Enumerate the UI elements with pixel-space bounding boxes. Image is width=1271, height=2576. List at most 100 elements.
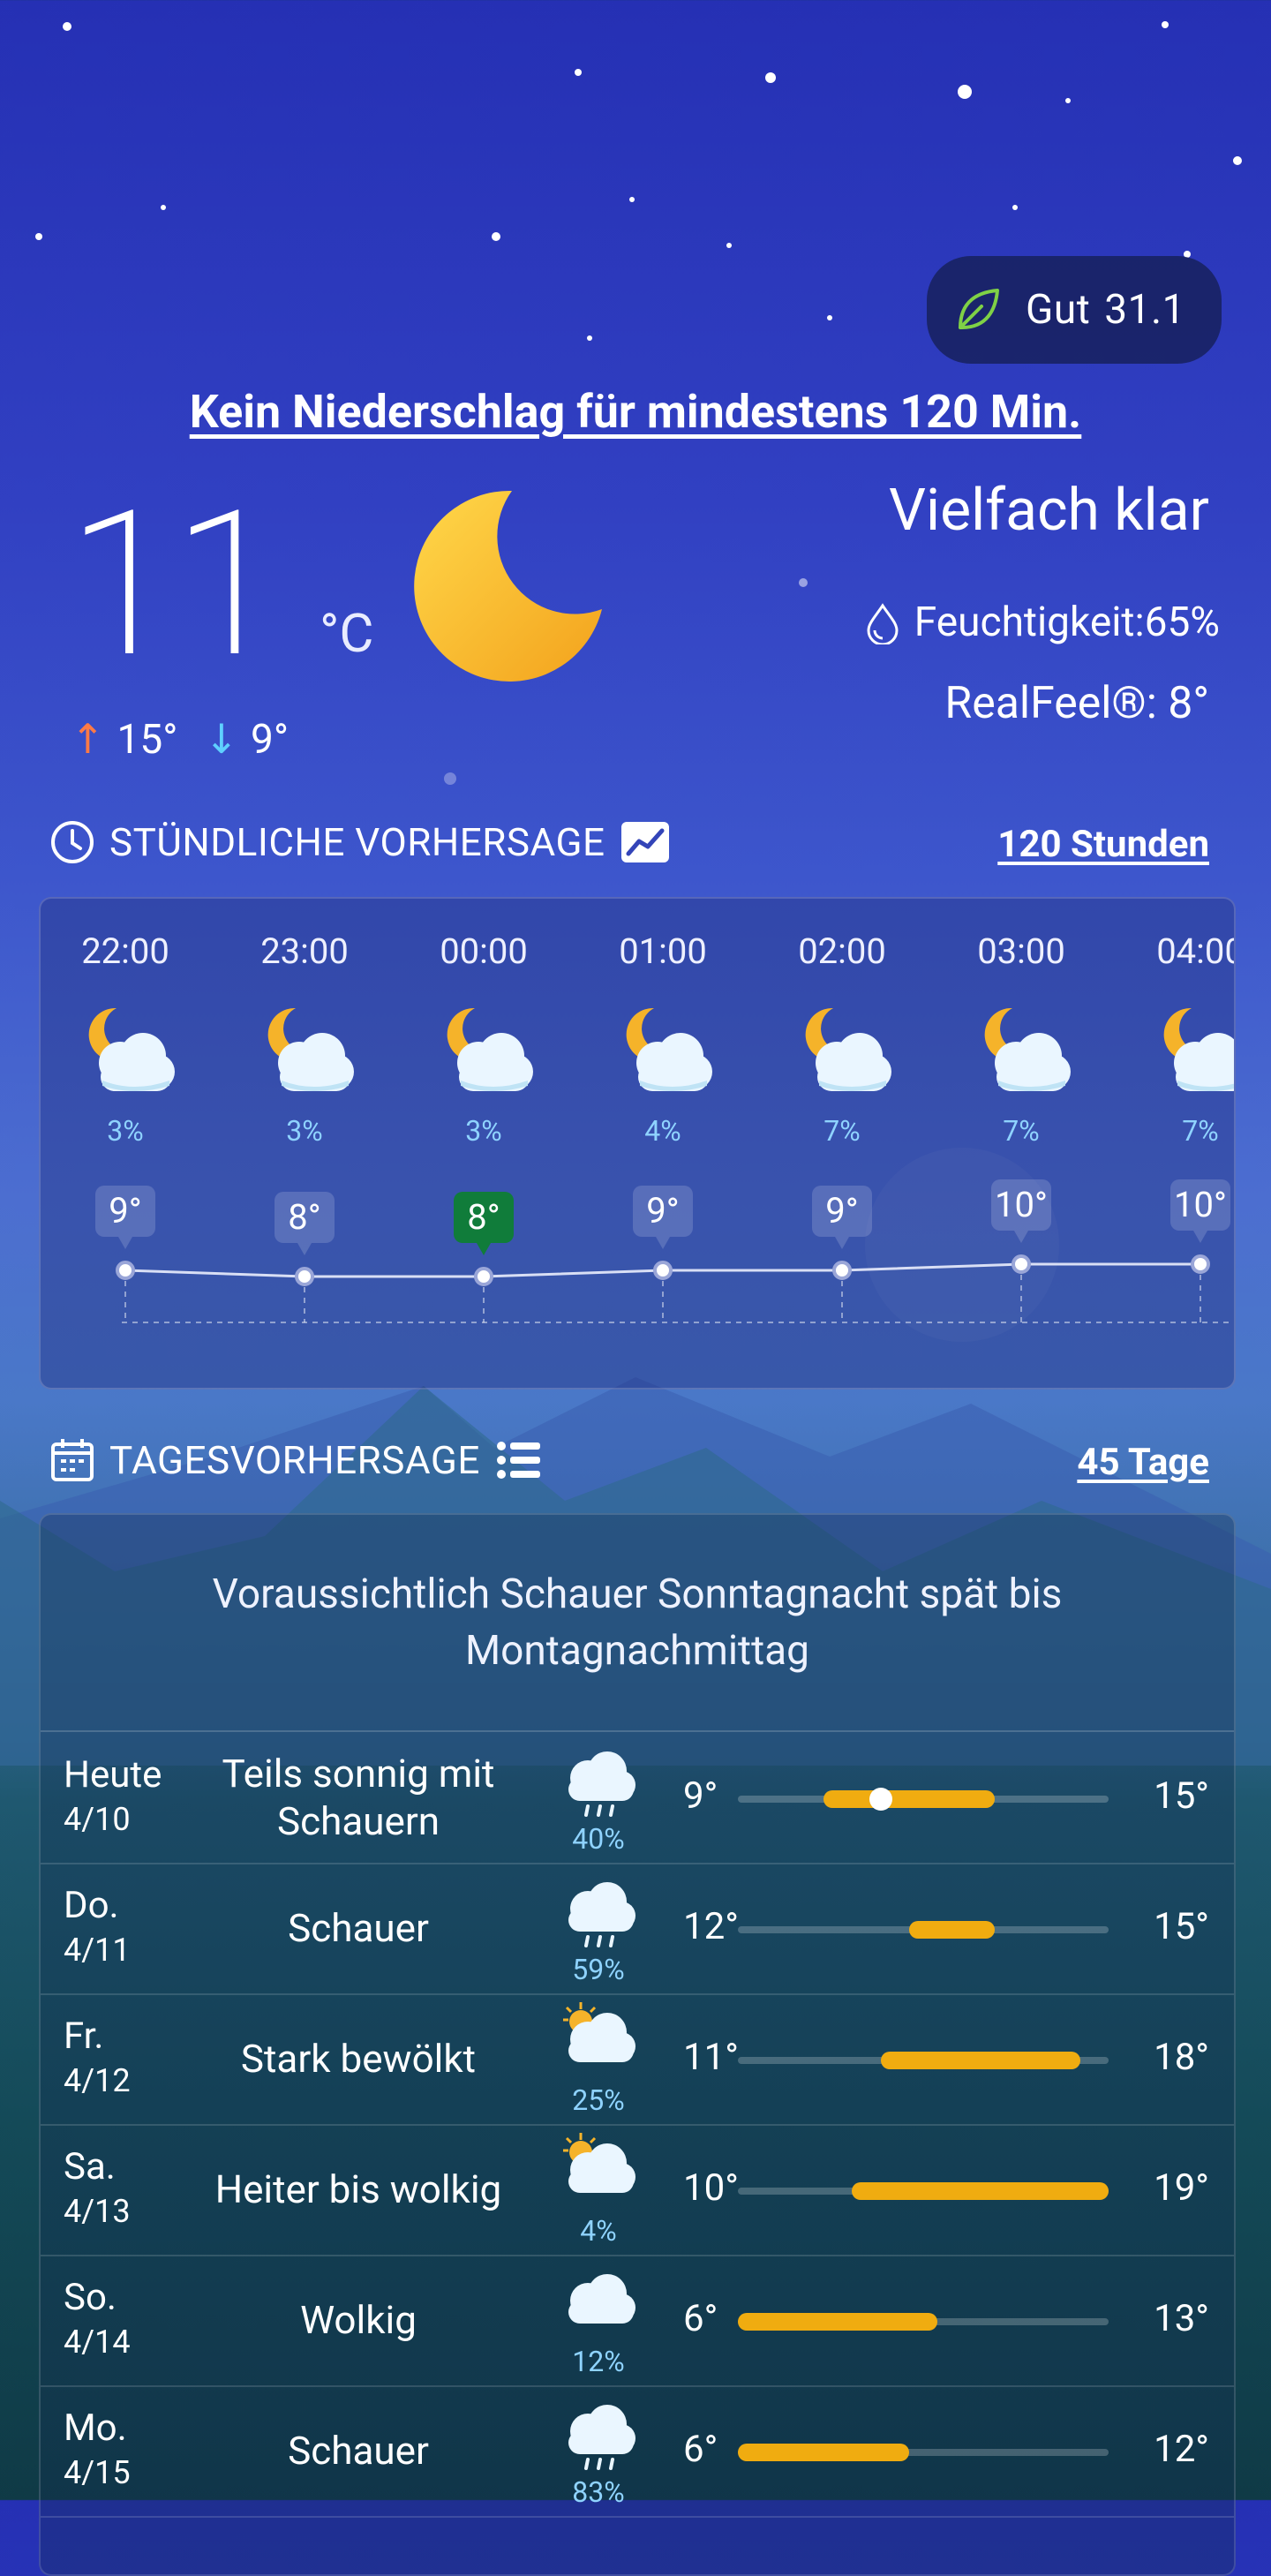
cloud-icon <box>558 2262 639 2343</box>
hour-time: 01:00 <box>619 930 707 972</box>
temp-range-bar <box>738 2313 938 2331</box>
day-name: Mo. <box>64 2407 127 2450</box>
hourly-forecast-card[interactable]: 22:00 3% 9° 23:00 3% 8° 00:00 3% 8° 01:00 4% 9° 02:0… <box>39 897 1236 1390</box>
temp-range-track <box>738 2052 1109 2069</box>
hour-temp: 8° <box>454 1192 514 1255</box>
moon-cloud-icon <box>260 1005 357 1102</box>
hour-time: 03:00 <box>977 930 1065 972</box>
hourly-120-hours-link[interactable]: 120 Stunden <box>997 823 1209 866</box>
day-precip: 25% <box>572 2083 625 2117</box>
cloud-rain-icon <box>558 1739 639 1820</box>
minutecast-headline[interactable]: Kein Niederschlag für mindestens 120 Min… <box>0 385 1271 439</box>
day-high: 19° <box>1154 2166 1209 2210</box>
day-precip: 12% <box>572 2345 625 2378</box>
clock-icon <box>51 821 94 863</box>
hour-precip: 3% <box>286 1114 323 1148</box>
aqi-value: 31.1 <box>1104 286 1185 334</box>
sun-cloud-icon <box>558 2131 639 2212</box>
daily-summary[interactable]: Voraussichtlich Schauer Sonntagnacht spä… <box>41 1515 1234 1732</box>
day-condition: Teils sonnig mit Schauern <box>222 1751 495 1844</box>
day-name: Heute <box>64 1753 162 1796</box>
temp-point <box>1191 1254 1210 1274</box>
high-low-temps: ↑ 15° ↓ 9° <box>71 715 290 765</box>
day-low: 6° <box>683 2428 718 2471</box>
day-label: Mo. 4/15 <box>64 2407 131 2495</box>
hour-precip: 3% <box>465 1114 502 1148</box>
temperature-unit[interactable]: °C <box>320 602 373 665</box>
moon-cloud-icon <box>619 1005 716 1102</box>
air-quality-badge[interactable]: Gut 31.1 <box>927 256 1222 364</box>
daily-row[interactable]: Do. 4/11 Schauer 59% 12° 15° <box>41 1863 1234 1995</box>
low-temp: 9° <box>250 715 290 764</box>
day-name: Fr. <box>64 2015 104 2058</box>
calendar-icon <box>51 1439 94 1481</box>
hour-precip: 7% <box>1003 1114 1040 1148</box>
arrow-up-icon: ↑ <box>71 716 105 764</box>
weather-condition: Vielfach klar <box>889 477 1209 545</box>
daily-row[interactable]: So. 4/14 Wolkig 12% 6° 13° <box>41 2255 1234 2387</box>
day-low: 6° <box>683 2297 718 2340</box>
day-date: 4/13 <box>64 2193 131 2230</box>
temp-point <box>116 1261 135 1280</box>
hour-time: 02:00 <box>798 930 886 972</box>
day-condition: Stark bewölkt <box>240 2036 477 2082</box>
day-name: So. <box>64 2276 117 2319</box>
day-high: 18° <box>1154 2036 1209 2079</box>
hour-temp: 10° <box>1170 1179 1230 1243</box>
day-label: Heute 4/10 <box>64 1753 162 1842</box>
day-precip: 83% <box>572 2475 625 2509</box>
daily-row[interactable]: Heute 4/10 Teils sonnig mit Schauern 40% 9° 1… <box>41 1732 1234 1864</box>
day-condition: Schauer <box>288 1905 429 1951</box>
current-temp-marker <box>869 1788 892 1811</box>
day-low: 11° <box>683 2036 739 2079</box>
day-label: So. 4/14 <box>64 2276 131 2364</box>
list-icon[interactable] <box>496 1440 542 1480</box>
daily-forecast-card[interactable]: Voraussichtlich Schauer Sonntagnacht spä… <box>39 1513 1236 2576</box>
day-precip: 4% <box>580 2214 617 2248</box>
hour-precip: 7% <box>1182 1114 1219 1148</box>
hour-time: 23:00 <box>260 930 349 972</box>
daily-row[interactable]: Sa. 4/13 Heiter bis wolkig 4% 10° 19° <box>41 2124 1234 2256</box>
day-high: 15° <box>1154 1774 1209 1818</box>
hour-precip: 7% <box>824 1114 861 1148</box>
moon-cloud-icon <box>1156 1005 1234 1102</box>
day-condition: Schauer <box>288 2428 429 2474</box>
daily-summary-text: Voraussichtlich Schauer Sonntagnacht spä… <box>212 1570 1063 1675</box>
hour-temp: 8° <box>275 1192 335 1255</box>
arrow-down-icon: ↓ <box>204 716 238 764</box>
hour-temp: 9° <box>633 1186 693 1249</box>
temp-point <box>832 1261 852 1280</box>
temp-point <box>1012 1254 1031 1274</box>
temp-range-track <box>738 2313 1109 2331</box>
temp-range-track <box>738 1921 1109 1939</box>
day-label: Do. 4/11 <box>64 1884 131 1972</box>
daily-row[interactable]: Mo. 4/15 Schauer 83% 6° 12° <box>41 2385 1234 2518</box>
moon-cloud-icon <box>798 1005 895 1102</box>
chart-line-icon[interactable] <box>620 820 671 864</box>
temp-range-bar <box>908 1921 995 1939</box>
hourly-forecast-header: STÜNDLICHE VORHERSAGE <box>49 819 671 865</box>
day-high: 15° <box>1154 1905 1209 1948</box>
humidity-value: Feuchtigkeit:65% <box>914 599 1220 646</box>
temp-range-bar <box>738 2444 909 2461</box>
day-high: 13° <box>1154 2297 1209 2340</box>
temp-range-bar <box>823 1790 995 1808</box>
day-condition: Wolkig <box>300 2297 417 2343</box>
day-low: 9° <box>683 1774 718 1818</box>
temp-range-track <box>738 1788 1109 1811</box>
temp-range-bar <box>880 2052 1080 2069</box>
day-date: 4/10 <box>64 1801 131 1838</box>
day-condition: Heiter bis wolkig <box>214 2166 502 2212</box>
aqi-text: Gut 31.1 <box>1026 286 1185 334</box>
moon-cloud-icon <box>81 1005 178 1102</box>
temp-point <box>295 1267 314 1286</box>
daily-title: TAGESVORHERSAGE <box>109 1437 480 1483</box>
day-precip: 40% <box>572 1822 625 1856</box>
daily-row[interactable]: Fr. 4/12 Stark bewölkt 25% 11° 18° <box>41 1993 1234 2126</box>
realfeel: RealFeel®: 8° <box>944 678 1209 729</box>
hour-time: 00:00 <box>440 930 528 972</box>
high-temp: 15° <box>117 715 178 764</box>
temp-range-track <box>738 2444 1109 2461</box>
day-label: Fr. 4/12 <box>64 2015 131 2103</box>
daily-45-days-link[interactable]: 45 Tage <box>1077 1441 1209 1484</box>
